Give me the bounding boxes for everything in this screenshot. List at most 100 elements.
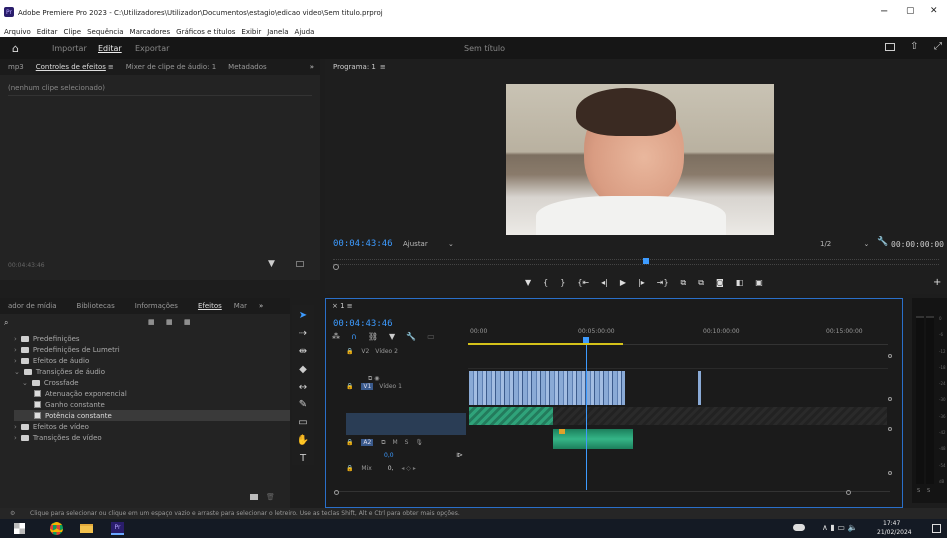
- export-frame-icon[interactable]: [296, 261, 304, 267]
- scroll-handle-right[interactable]: [846, 490, 851, 495]
- tab-effect-controls[interactable]: Controles de efeitos: [36, 63, 106, 71]
- work-area-bar[interactable]: [468, 343, 623, 345]
- effects-tree-item[interactable]: Ganho constante: [14, 399, 290, 410]
- file-explorer-icon[interactable]: [80, 524, 93, 533]
- menu-marcadores[interactable]: Marcadores: [130, 28, 171, 36]
- lock-icon[interactable]: 🔒: [346, 348, 353, 355]
- mark-in-icon[interactable]: {: [543, 278, 548, 288]
- home-icon[interactable]: ⌂: [12, 42, 19, 55]
- v2-track-area[interactable]: [468, 347, 888, 369]
- onedrive-icon[interactable]: [793, 524, 805, 531]
- pen-tool-icon[interactable]: ✎: [296, 398, 310, 412]
- chevron-right-icon[interactable]: ›: [14, 423, 17, 431]
- premiere-taskbar-icon[interactable]: Pr: [111, 522, 124, 535]
- track-id[interactable]: A2: [361, 439, 374, 446]
- effects-tree-item[interactable]: › Efeitos de vídeo: [14, 421, 290, 432]
- scroll-handle-left[interactable]: [334, 490, 339, 495]
- search-icon[interactable]: ⌕: [4, 318, 8, 327]
- a2-audio-clip[interactable]: [553, 429, 633, 449]
- track-select-icon[interactable]: ⇢: [296, 327, 310, 341]
- tab-audio-mixer[interactable]: Mixer de clipe de áudio: 1: [126, 63, 216, 71]
- menu-ajuda[interactable]: Ajuda: [295, 28, 315, 36]
- quick-export-icon[interactable]: [885, 43, 895, 51]
- effects-search-input[interactable]: [14, 318, 134, 328]
- notification-icon[interactable]: [932, 524, 941, 533]
- slip-tool-icon[interactable]: ↔: [296, 380, 310, 394]
- lock-icon[interactable]: 🔒: [346, 465, 353, 472]
- timeline-ruler[interactable]: 00:00 00:05:00:00 00:10:00:00 00:15:00:0…: [468, 323, 888, 345]
- selection-tool-icon[interactable]: ➤: [296, 309, 310, 323]
- menu-editar[interactable]: Editar: [37, 28, 58, 36]
- effects-tree-item[interactable]: › Predefinições: [14, 333, 290, 344]
- tab-libraries[interactable]: Bibliotecas: [77, 302, 115, 310]
- effects-tree-item[interactable]: › Transições de vídeo: [14, 432, 290, 443]
- chevron-down-icon[interactable]: ⌄: [14, 368, 20, 376]
- close-button[interactable]: ✕: [930, 6, 938, 16]
- delete-icon[interactable]: 🗑: [266, 493, 275, 501]
- playhead-marker[interactable]: [643, 258, 649, 264]
- snap-icon[interactable]: ∩: [351, 332, 357, 341]
- tab-editar[interactable]: Editar: [98, 44, 122, 53]
- extract-icon[interactable]: ⧉: [698, 278, 704, 288]
- accelerated-effects-icon[interactable]: ▦: [148, 318, 155, 326]
- effects-tree-item[interactable]: Potência constante: [14, 410, 290, 421]
- minimize-button[interactable]: −: [880, 6, 888, 17]
- ripple-edit-icon[interactable]: ⇹: [296, 345, 310, 359]
- mute-button[interactable]: M: [392, 439, 397, 446]
- add-marker-icon[interactable]: ▼: [525, 278, 531, 288]
- resolution-dropdown[interactable]: 1/2 ⌄: [820, 240, 869, 248]
- sync-icon[interactable]: ⧉: [381, 439, 385, 446]
- chevron-right-icon[interactable]: ›: [14, 335, 17, 343]
- track-scroll-handle[interactable]: [888, 354, 892, 358]
- effects-tree-item[interactable]: ⌄ Crossfade: [14, 377, 290, 388]
- menu-graficos[interactable]: Gráficos e títulos: [176, 28, 235, 36]
- add-marker-icon[interactable]: ▼: [389, 332, 395, 341]
- tab-metadata[interactable]: Metadados: [228, 63, 267, 71]
- mix-keyframe-nav[interactable]: ◂ ◇ ▸: [401, 465, 415, 472]
- effects-tree-item[interactable]: Atenuação exponencial: [14, 388, 290, 399]
- track-scroll-handle[interactable]: [888, 397, 892, 401]
- proxy-icon[interactable]: ▣: [755, 278, 763, 288]
- go-to-out-icon[interactable]: ⇥}: [657, 278, 669, 288]
- filter-icon[interactable]: ▼: [268, 259, 275, 269]
- windows-start-icon[interactable]: [14, 523, 25, 534]
- v1-video-clip-end[interactable]: [698, 371, 701, 405]
- chevron-right-icon[interactable]: ›: [14, 434, 17, 442]
- v1-video-clip[interactable]: [469, 371, 625, 405]
- share-icon[interactable]: ⇧: [910, 41, 918, 52]
- new-bin-icon[interactable]: [250, 494, 258, 500]
- hand-tool-icon[interactable]: ✋: [296, 433, 310, 447]
- program-scrub-bar[interactable]: [333, 258, 939, 265]
- zoom-handle[interactable]: [333, 264, 339, 270]
- mic-icon[interactable]: 🎙: [415, 439, 423, 446]
- track-scroll-handle[interactable]: [888, 427, 892, 431]
- effects-tree-item[interactable]: › Efeitos de áudio: [14, 355, 290, 366]
- solo-right-button[interactable]: S: [927, 488, 930, 494]
- camera-icon[interactable]: ◙: [716, 278, 724, 288]
- chevron-down-icon[interactable]: ⌄: [22, 379, 28, 387]
- step-forward-icon[interactable]: |▸: [638, 278, 645, 288]
- track-id[interactable]: V1: [361, 383, 374, 390]
- razor-tool-icon[interactable]: ◆: [296, 362, 310, 376]
- settings-icon[interactable]: 🔧: [406, 332, 416, 341]
- tab-effects[interactable]: Efeitos: [198, 302, 222, 310]
- menu-janela[interactable]: Janela: [267, 28, 288, 36]
- fullscreen-icon[interactable]: ⤢: [934, 41, 942, 52]
- type-tool-icon[interactable]: T: [296, 451, 310, 465]
- tab-markers[interactable]: Mar: [234, 302, 247, 310]
- chevron-right-icon[interactable]: ›: [14, 346, 17, 354]
- playhead-head[interactable]: [583, 337, 589, 343]
- menu-arquivo[interactable]: Arquivo: [4, 28, 31, 36]
- horizontal-scrollbar[interactable]: [334, 490, 890, 497]
- 32bit-effects-icon[interactable]: ▦: [166, 318, 173, 326]
- wrench-icon[interactable]: 🔧: [877, 237, 888, 247]
- panel-menu-icon[interactable]: ≡: [108, 63, 114, 71]
- nest-icon[interactable]: ⁂: [332, 332, 340, 341]
- chrome-icon[interactable]: [50, 522, 63, 535]
- tray-icons[interactable]: ∧ ▮ ▭ 🔈: [822, 523, 857, 532]
- go-to-in-icon[interactable]: {⇤: [577, 278, 589, 288]
- fit-dropdown[interactable]: Ajustar ⌄: [403, 240, 454, 248]
- tab-exportar[interactable]: Exportar: [135, 44, 169, 53]
- track-scroll-handle[interactable]: [888, 471, 892, 475]
- solo-button[interactable]: S: [405, 439, 409, 446]
